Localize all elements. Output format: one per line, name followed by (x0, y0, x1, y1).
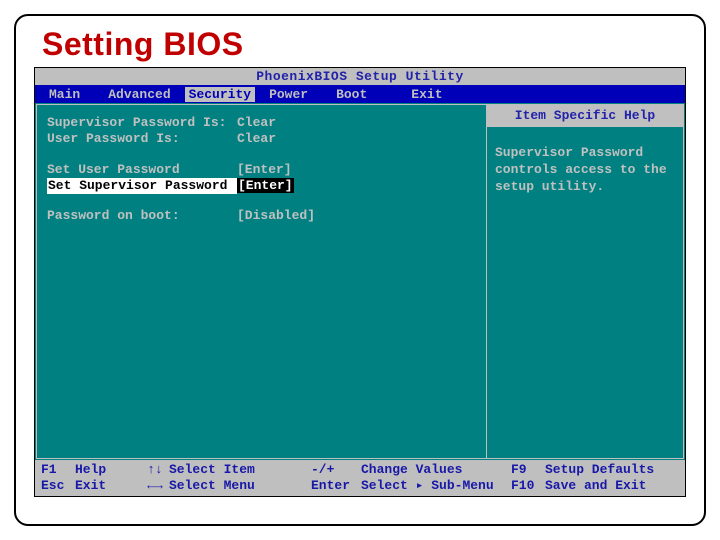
set-supervisor-password[interactable]: Set Supervisor Password [Enter] (47, 178, 476, 194)
row-value: [Enter] (237, 178, 294, 193)
menu-item-exit[interactable]: Exit (397, 87, 456, 102)
bios-footer: F1 Help Esc Exit ↑↓ Select Item ←→ Selec… (35, 460, 685, 497)
bios-window: PhoenixBIOS Setup Utility Main Advanced … (34, 67, 686, 497)
row-value: Clear (237, 115, 276, 131)
key-plusminus: -/+ (311, 462, 361, 478)
bios-body: Supervisor Password Is: Clear User Passw… (35, 103, 685, 460)
save-exit-label: Save and Exit (545, 478, 646, 494)
bios-help-panel: Item Specific Help Supervisor Password c… (486, 104, 684, 459)
row-label: Password on boot: (47, 208, 237, 224)
slide-title: Setting BIOS (42, 26, 686, 63)
bios-title: PhoenixBIOS Setup Utility (35, 68, 685, 85)
menu-item-power[interactable]: Power (255, 87, 322, 102)
supervisor-password-status: Supervisor Password Is: Clear (47, 115, 476, 131)
setup-defaults-label: Setup Defaults (545, 462, 654, 478)
set-user-password[interactable]: Set User Password [Enter] (47, 162, 476, 178)
select-submenu-label: Select ▸ Sub-Menu (361, 478, 494, 494)
footer-col-1: F1 Help Esc Exit (41, 462, 141, 495)
key-f10: F10 (511, 478, 545, 494)
footer-col-2: ↑↓ Select Item ←→ Select Menu (141, 462, 311, 495)
row-value: [Disabled] (237, 208, 315, 224)
key-esc-label: Exit (75, 478, 106, 494)
footer-col-3: -/+ Change Values Enter Select ▸ Sub-Men… (311, 462, 511, 495)
row-label: Set User Password (47, 162, 237, 178)
menu-item-advanced[interactable]: Advanced (94, 87, 184, 102)
slide-frame: Setting BIOS PhoenixBIOS Setup Utility M… (14, 14, 706, 526)
row-label: Supervisor Password Is: (47, 115, 237, 131)
key-f1-label: Help (75, 462, 106, 478)
row-value: Clear (237, 131, 276, 147)
updown-icon: ↑↓ (141, 462, 169, 478)
key-enter: Enter (311, 478, 361, 494)
key-f1: F1 (41, 462, 75, 478)
leftright-icon: ←→ (141, 478, 169, 494)
user-password-status: User Password Is: Clear (47, 131, 476, 147)
row-label: Set Supervisor Password (47, 178, 237, 194)
help-panel-title: Item Specific Help (487, 105, 683, 127)
select-item-label: Select Item (169, 462, 255, 478)
help-panel-body: Supervisor Password controls access to t… (487, 127, 683, 214)
select-menu-label: Select Menu (169, 478, 255, 494)
password-on-boot[interactable]: Password on boot: [Disabled] (47, 208, 476, 224)
key-esc: Esc (41, 478, 75, 494)
menu-item-boot[interactable]: Boot (322, 87, 381, 102)
key-f9: F9 (511, 462, 545, 478)
menu-item-security[interactable]: Security (185, 87, 255, 102)
row-label: User Password Is: (47, 131, 237, 147)
footer-col-4: F9 Setup Defaults F10 Save and Exit (511, 462, 679, 495)
row-value: [Enter] (237, 162, 292, 178)
bios-settings-panel: Supervisor Password Is: Clear User Passw… (36, 104, 486, 459)
bios-menu-bar: Main Advanced Security Power Boot Exit (35, 85, 685, 103)
change-values-label: Change Values (361, 462, 462, 478)
menu-item-main[interactable]: Main (35, 87, 94, 102)
